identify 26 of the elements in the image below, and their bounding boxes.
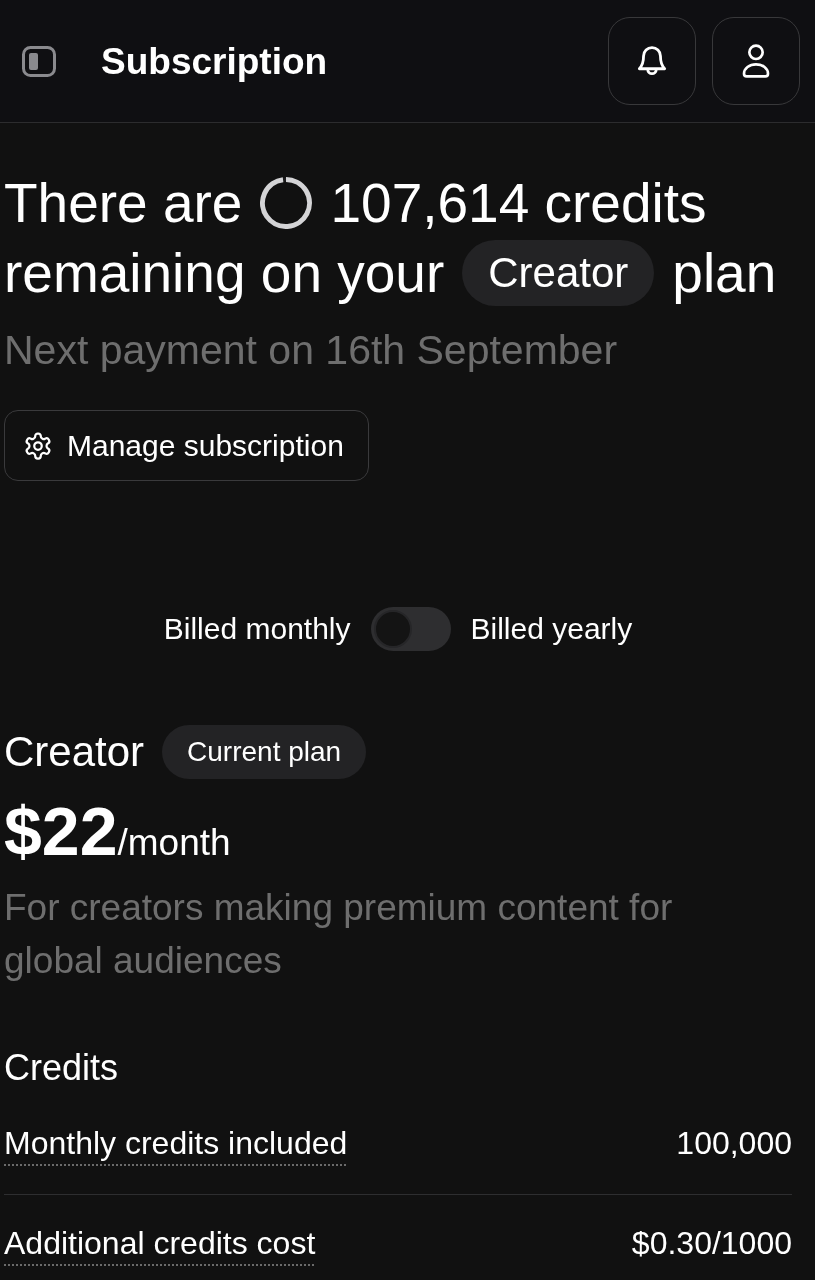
headline-text: plan xyxy=(672,241,777,306)
plan-badge: Creator xyxy=(462,240,655,306)
notifications-button[interactable] xyxy=(608,17,696,105)
plan-name: Creator xyxy=(4,727,145,777)
headline-text: 107,614 credits xyxy=(330,171,707,236)
section-heading: Credits xyxy=(4,1046,120,1090)
price-amount: $22 xyxy=(4,796,118,866)
settings-icon xyxy=(23,430,53,461)
price-period: /month xyxy=(117,822,231,865)
billing-option-label: Billed yearly xyxy=(470,611,633,647)
current-plan-badge: Current plan xyxy=(162,725,367,779)
manage-subscription-button[interactable]: Manage subscription xyxy=(4,410,369,481)
page-title: Subscription xyxy=(101,42,328,80)
user-icon xyxy=(740,43,772,79)
headline-text: remaining on your xyxy=(4,241,445,306)
sidebar-toggle-icon[interactable] xyxy=(22,45,56,77)
billing-option-label: Billed monthly xyxy=(163,611,351,647)
next-payment-text: Next payment on 16th September xyxy=(4,326,619,375)
billing-toggle[interactable] xyxy=(370,607,451,651)
credit-row-value: $0.30/1000 xyxy=(631,1224,792,1263)
plan-description: For creators making premium content for global audiences xyxy=(4,886,674,983)
credit-row-value: 100,000 xyxy=(676,1124,792,1163)
credit-row-label: Monthly credits included xyxy=(4,1124,348,1163)
account-button[interactable] xyxy=(712,17,800,105)
headline-text: There are xyxy=(4,171,243,236)
credit-row-label: Additional credits cost xyxy=(4,1224,316,1263)
